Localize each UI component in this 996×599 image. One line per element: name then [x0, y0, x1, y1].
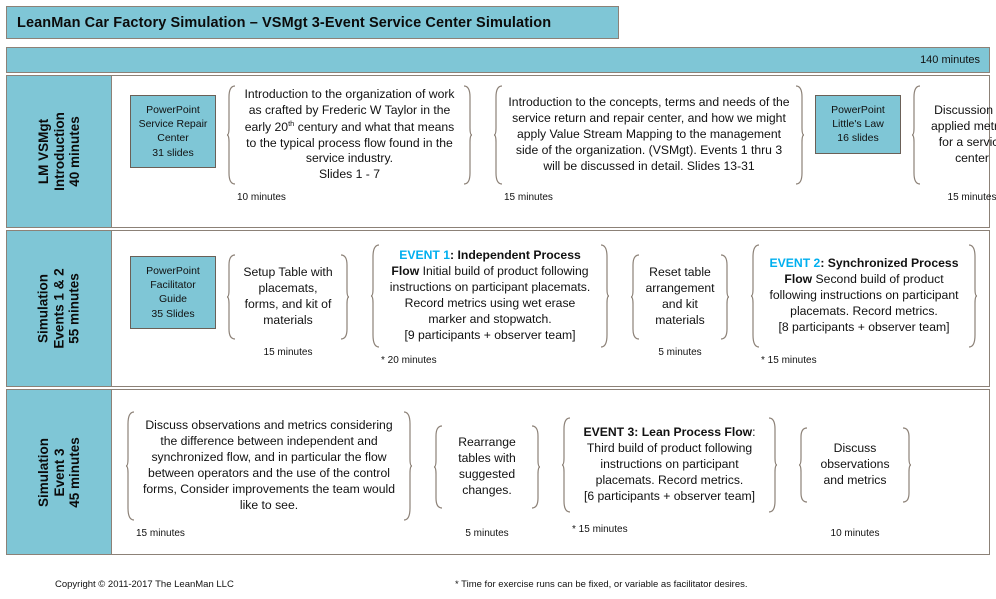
ppt-line-3: Guide: [158, 293, 188, 306]
brace-left-icon: [371, 244, 380, 348]
activity-text: Discussion on applied metrics for a serv…: [931, 103, 996, 165]
brace-right-icon: [768, 417, 777, 513]
row-label-simulation-event-3: Simulation Event 3 45 minutes: [7, 390, 112, 554]
activity-text: Setup Table with placemats, forms, and k…: [243, 265, 333, 327]
row-label-line-3: 40 minutes: [66, 116, 82, 187]
row-label-line-3: 55 minutes: [66, 273, 82, 344]
row-label-line-2: Event 3: [51, 447, 67, 497]
activity-duration: 15 minutes: [263, 347, 313, 358]
activity-block-rearrange-tables: Rearrange tables with suggested changes.…: [423, 399, 551, 539]
row-body-2: PowerPoint Facilitator Guide 35 Slides S…: [112, 231, 989, 386]
activity-duration: 15 minutes: [504, 192, 553, 203]
activity-text: Introduction to the concepts, terms and …: [508, 95, 790, 173]
brace-right-icon: [600, 244, 609, 348]
row-body-1: PowerPoint Service Repair Center 31 slid…: [112, 76, 996, 227]
row-label-line-2: Events 1 & 2: [51, 268, 67, 349]
ppt-line-1: PowerPoint: [146, 265, 200, 277]
activity-text: Rearrange tables with suggested changes.: [458, 435, 516, 497]
ppt-line-2: Facilitator: [150, 279, 196, 292]
ppt-card-service-repair-center[interactable]: PowerPoint Service Repair Center 31 slid…: [130, 95, 216, 168]
brace-left-icon: [126, 411, 135, 521]
brace-left-icon: [751, 244, 760, 348]
title-bar: LeanMan Car Factory Simulation – VSMgt 3…: [6, 6, 619, 39]
activity-duration: 10 minutes: [830, 528, 880, 539]
ppt-card-facilitator-guide[interactable]: PowerPoint Facilitator Guide 35 Slides: [130, 256, 216, 329]
brace-right-icon: [340, 254, 349, 340]
activity-block-applied-metrics: Discussion on applied metrics for a serv…: [901, 85, 996, 203]
activity-text: Discuss observations and metrics: [820, 441, 890, 487]
ppt-line-2: Little's Law: [832, 118, 884, 131]
activity-duration: 15 minutes: [136, 528, 185, 539]
phase-row-simulation-event-3: Simulation Event 3 45 minutes Discuss ob…: [6, 389, 990, 555]
event-title: : Lean Process Flow: [634, 425, 753, 440]
total-time-label: 140 minutes: [920, 54, 980, 66]
activity-block-event-2: EVENT 2: Synchronized Process Flow Secon…: [740, 240, 988, 366]
row-label-line-2: Introduction: [51, 112, 67, 191]
phase-row-simulation-events-1-2: Simulation Events 1 & 2 55 minutes Power…: [6, 230, 990, 387]
activity-text: EVENT 2: Synchronized Process Flow Secon…: [760, 256, 968, 335]
brace-left-icon: [434, 425, 443, 509]
activity-block-discuss-metrics: Discuss observations and metrics 10 minu…: [788, 399, 922, 539]
footnote-text: * Time for exercise runs can be fixed, o…: [455, 579, 748, 590]
brace-left-icon: [631, 254, 640, 340]
ppt-line-4: 31 slides: [152, 146, 194, 159]
brace-left-icon: [227, 85, 236, 185]
brace-left-icon: [799, 427, 808, 503]
copyright-text: Copyright © 2011-2017 The LeanMan LLC: [55, 579, 234, 590]
event-label: EVENT 3: [583, 425, 635, 440]
page-title: LeanMan Car Factory Simulation – VSMgt 3…: [17, 14, 552, 31]
activity-text: Introduction to the organization of work…: [244, 86, 455, 182]
activity-text: Discuss observations and metrics conside…: [143, 418, 395, 512]
activity-text: EVENT 3: Lean Process Flow: Third build …: [571, 425, 768, 504]
brace-left-icon: [494, 85, 503, 185]
ppt-card-littles-law[interactable]: PowerPoint Little's Law 16 slides: [815, 95, 901, 154]
activity-duration: * 15 minutes: [761, 355, 817, 366]
brace-right-icon: [720, 254, 729, 340]
ppt-line-3: 16 slides: [837, 132, 879, 145]
row-label-line-1: LM VSMgt: [35, 118, 51, 185]
phase-row-lm-vsmgt-introduction: LM VSMgt Introduction 40 minutes PowerPo…: [6, 75, 996, 228]
event-label: EVENT 2: [769, 256, 821, 271]
activity-duration: 5 minutes: [465, 528, 509, 539]
brace-right-icon: [463, 85, 472, 185]
brace-right-icon: [795, 85, 804, 185]
activity-duration: 5 minutes: [658, 347, 702, 358]
brace-right-icon: [968, 244, 977, 348]
ppt-line-1: PowerPoint: [831, 104, 885, 116]
ppt-line-2: Service Repair: [138, 118, 208, 131]
event-description: Initial build of product following instr…: [389, 264, 591, 342]
slide-canvas: LeanMan Car Factory Simulation – VSMgt 3…: [0, 0, 996, 599]
total-time-strip: 140 minutes: [6, 47, 990, 73]
activity-duration: 15 minutes: [947, 192, 996, 203]
brace-left-icon: [912, 85, 921, 185]
brace-right-icon: [403, 411, 412, 521]
row-label-lm-vsmgt-introduction: LM VSMgt Introduction 40 minutes: [7, 76, 112, 227]
brace-right-icon: [531, 425, 540, 509]
brace-left-icon: [562, 417, 571, 513]
footer: Copyright © 2011-2017 The LeanMan LLC * …: [0, 565, 996, 599]
activity-block-vsm-concepts: Introduction to the concepts, terms and …: [483, 85, 815, 203]
activity-duration: * 20 minutes: [381, 355, 437, 366]
ppt-line-3: Center: [157, 132, 189, 145]
row-label-line-3: 45 minutes: [66, 436, 82, 508]
activity-duration: * 15 minutes: [572, 524, 628, 535]
ppt-line-1: PowerPoint: [146, 104, 200, 116]
row-label-line-1: Simulation: [35, 437, 51, 507]
brace-right-icon: [902, 427, 911, 503]
activity-block-event-3: EVENT 3: Lean Process Flow: Third build …: [551, 399, 788, 535]
activity-duration: 10 minutes: [237, 192, 286, 203]
activity-block-discuss-observations: Discuss observations and metrics conside…: [112, 399, 423, 539]
row-label-line-1: Simulation: [35, 273, 51, 344]
activity-text: Reset table arrangement and kit material…: [645, 265, 715, 327]
activity-text: EVENT 1: Independent Process Flow Initia…: [380, 248, 600, 343]
activity-block-event-1: EVENT 1: Independent Process Flow Initia…: [360, 240, 620, 366]
event-label: EVENT 1: [399, 248, 451, 263]
row-body-3: Discuss observations and metrics conside…: [112, 390, 989, 554]
ppt-line-4: 35 Slides: [151, 307, 195, 320]
activity-block-setup-table: Setup Table with placemats, forms, and k…: [216, 240, 360, 358]
brace-left-icon: [227, 254, 236, 340]
activity-block-taylor-intro: Introduction to the organization of work…: [216, 85, 483, 203]
activity-block-reset-table: Reset table arrangement and kit material…: [620, 240, 740, 358]
row-label-simulation-events-1-2: Simulation Events 1 & 2 55 minutes: [7, 231, 112, 386]
